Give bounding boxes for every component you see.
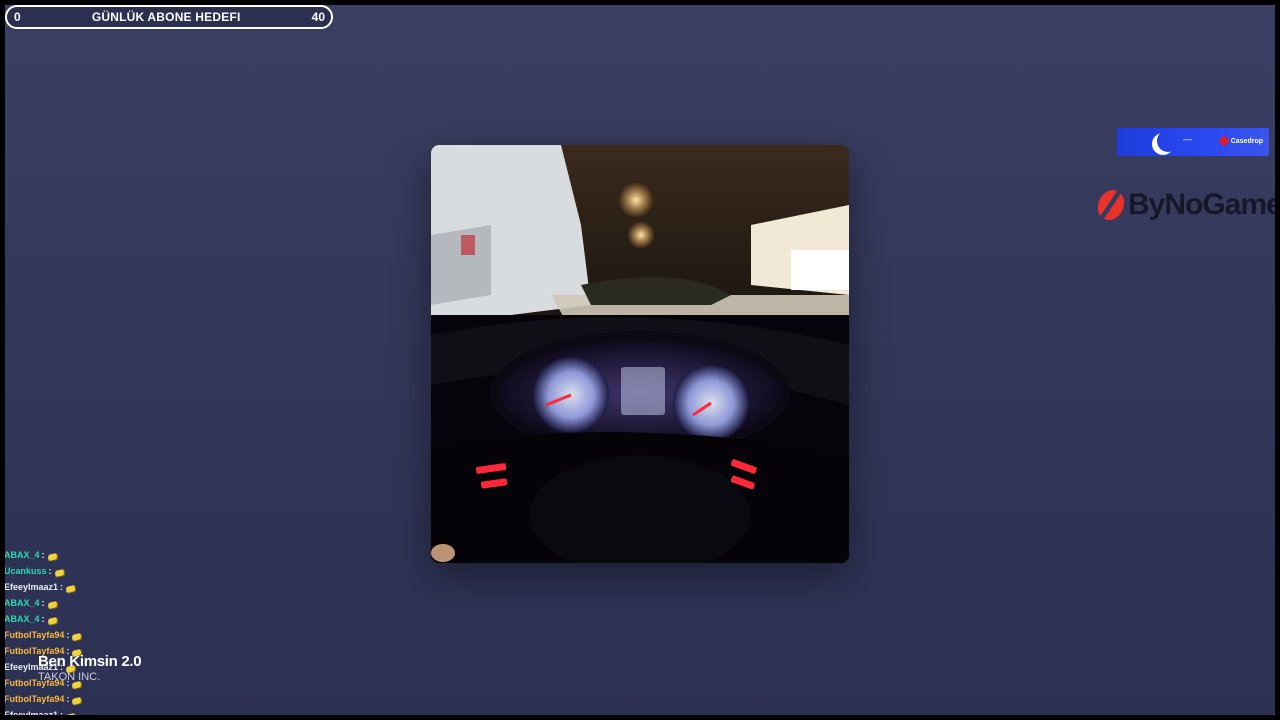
goal-current-count: 0 <box>14 10 21 24</box>
emote-icon <box>71 633 82 641</box>
emote-icon <box>46 617 58 625</box>
emote-icon <box>71 697 82 705</box>
chat-separator: : <box>60 710 64 715</box>
chat-username[interactable]: Efeeylmaaz1 <box>5 707 58 715</box>
video-player[interactable] <box>431 145 849 563</box>
bynogame-logo-icon <box>1095 190 1127 220</box>
chat-message: Efeeylmaaz1: <box>5 707 204 715</box>
chat-username[interactable]: FutbolTayfa94 <box>5 627 64 643</box>
emote-icon <box>46 553 58 561</box>
chat-username[interactable]: Efeeylmaaz1 <box>5 579 58 595</box>
chat-message: Ucankuss: <box>5 563 204 579</box>
chat-username[interactable]: ABAX_4 <box>5 547 40 563</box>
chat-separator: : <box>66 694 70 704</box>
chat-username[interactable]: Ucankuss <box>5 563 47 579</box>
chat-username[interactable]: FutbolTayfa94 <box>5 691 64 707</box>
song-artist: TAKON INC. <box>38 671 101 683</box>
song-title: Ben Kimsin 2.0 <box>38 653 142 670</box>
chat-message: ABAX_4: <box>5 547 204 563</box>
goal-title: GÜNLÜK ABONE HEDEFI <box>91 10 241 24</box>
emote-icon <box>46 601 58 609</box>
dashboard-video-frame <box>431 145 849 563</box>
goal-target-count: 40 <box>311 10 325 24</box>
casedrop-sponsor-banner[interactable]: — Casedrop <box>1117 128 1269 156</box>
emote-icon <box>65 585 76 593</box>
chat-separator: : <box>41 550 45 560</box>
chat-separator: : <box>48 566 52 576</box>
chat-separator: : <box>41 598 45 608</box>
chat-separator: : <box>41 614 45 624</box>
chat-username[interactable]: ABAX_4 <box>5 611 40 627</box>
stream-overlay: 0 GÜNLÜK ABONE HEDEFI 40 — Casedrop ByNo… <box>5 5 1275 715</box>
bynogame-logo-text: ByNoGame <box>1128 188 1275 221</box>
emote-icon <box>65 713 76 715</box>
cube-icon <box>1218 135 1230 147</box>
now-playing: Ben Kimsin 2.0 TAKON INC. <box>38 653 142 683</box>
chat-feed: ABAX_4: Ucankuss: Efeeylmaaz1: ABAX_4: ABAX_… <box>5 547 204 715</box>
chat-message: FutbolTayfa94: <box>5 627 204 643</box>
subscriber-goal-bar: 0 GÜNLÜK ABONE HEDEFI 40 <box>5 5 333 29</box>
chat-message: ABAX_4: <box>5 611 204 627</box>
moon-icon <box>1157 130 1179 152</box>
banner-dash: — <box>1183 134 1192 144</box>
chat-message: FutbolTayfa94: <box>5 691 204 707</box>
chat-username[interactable]: ABAX_4 <box>5 595 40 611</box>
chat-message: ABAX_4: <box>5 595 204 611</box>
casedrop-brand: Casedrop <box>1218 135 1263 147</box>
chat-message: Efeeylmaaz1: <box>5 579 204 595</box>
chat-separator: : <box>66 630 70 640</box>
emote-icon <box>54 569 65 577</box>
casedrop-logo-text: Casedrop <box>1230 137 1263 145</box>
bynogame-sponsor-logo[interactable]: ByNoGame <box>1095 185 1275 225</box>
chat-separator: : <box>60 582 64 592</box>
